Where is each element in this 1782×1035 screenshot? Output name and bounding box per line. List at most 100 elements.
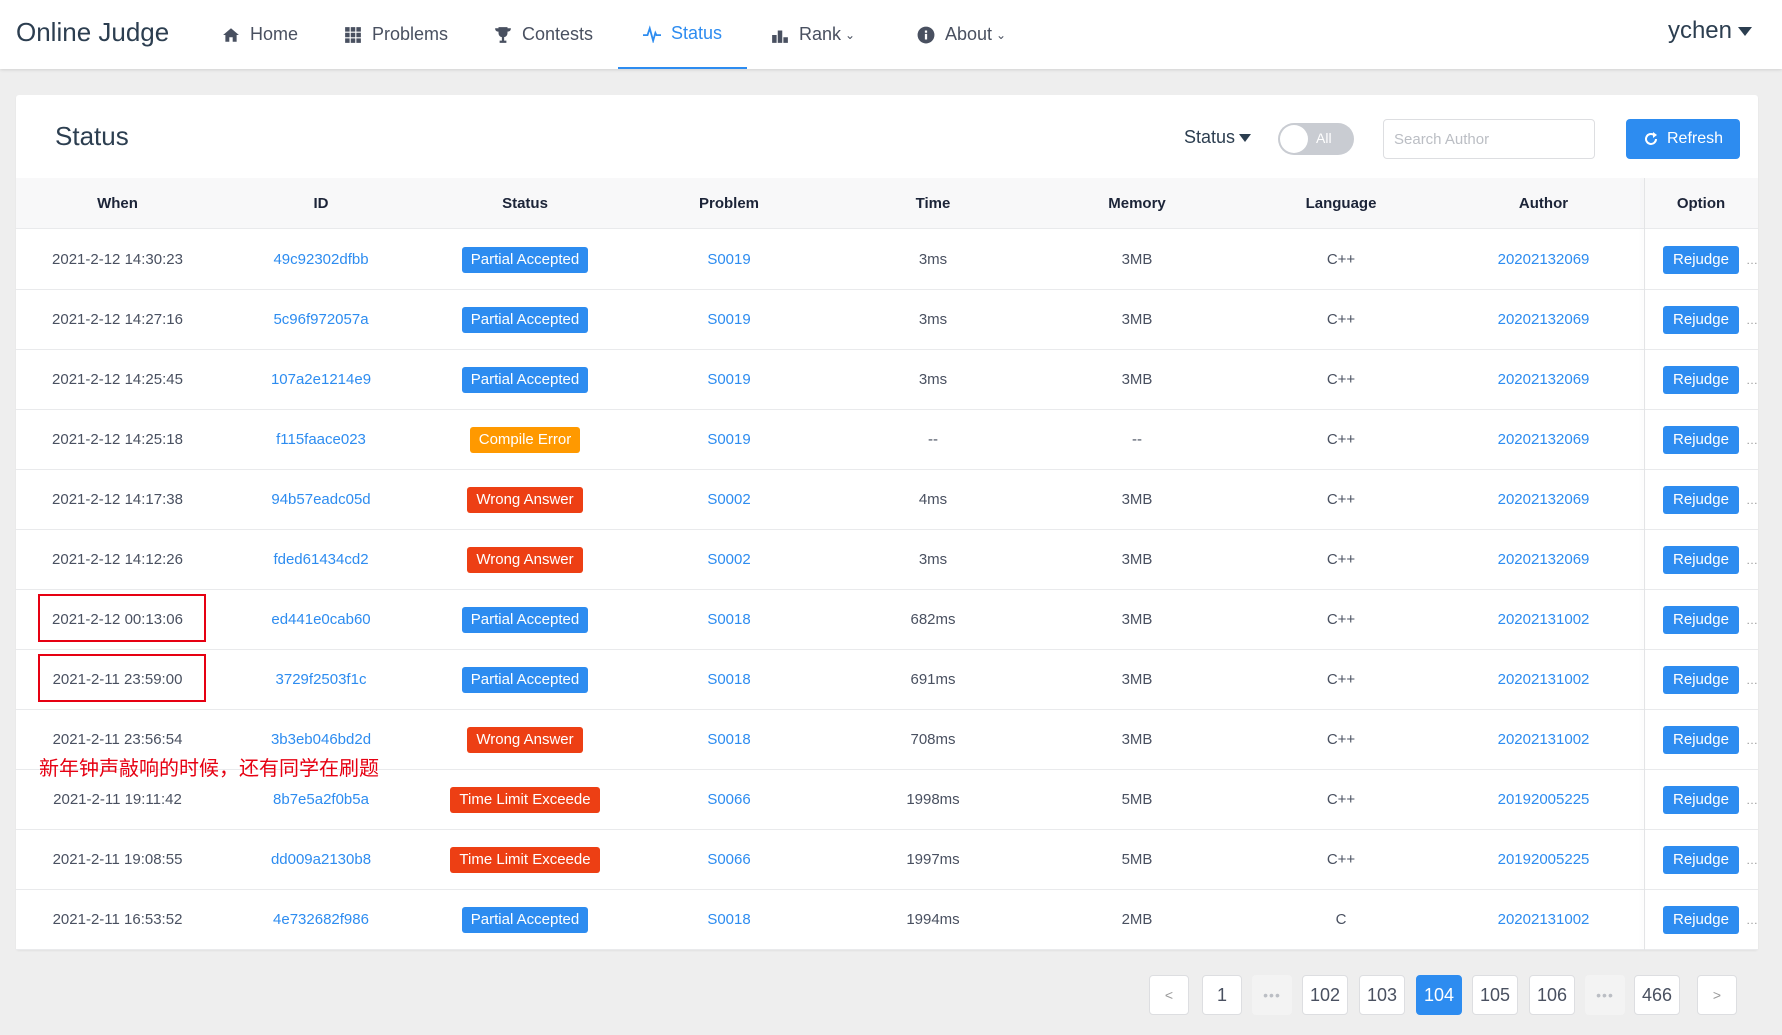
more-icon: … xyxy=(1746,612,1758,627)
rejudge-button[interactable]: Rejudge xyxy=(1663,245,1739,274)
author-link[interactable]: 20202131002 xyxy=(1498,671,1590,688)
cell-author: 20202132069 xyxy=(1443,290,1644,349)
status-badge[interactable]: Time Limit Exceede xyxy=(450,786,600,813)
pagination-page-current[interactable]: 104 xyxy=(1416,975,1462,1015)
rejudge-button[interactable]: Rejudge xyxy=(1663,365,1739,394)
pagination-page[interactable]: 466 xyxy=(1634,975,1680,1015)
pagination-page[interactable]: 105 xyxy=(1472,975,1518,1015)
author-link[interactable]: 20202132069 xyxy=(1498,551,1590,568)
author-link[interactable]: 20192005225 xyxy=(1498,851,1590,868)
author-link[interactable]: 20202132069 xyxy=(1498,251,1590,268)
problem-link[interactable]: S0066 xyxy=(707,851,750,868)
cell-status: Partial Accepted xyxy=(423,230,627,289)
nav-contests[interactable]: Contests xyxy=(494,0,593,69)
problem-link[interactable]: S0019 xyxy=(707,251,750,268)
pagination-page[interactable]: 103 xyxy=(1359,975,1405,1015)
rejudge-button[interactable]: Rejudge xyxy=(1663,665,1739,694)
pagination-ellipsis[interactable]: ••• xyxy=(1585,975,1625,1015)
caret-down-icon xyxy=(1738,27,1752,37)
when-text: 2021-2-12 14:25:45 xyxy=(52,371,183,388)
author-link[interactable]: 20202132069 xyxy=(1498,311,1590,328)
rejudge-button[interactable]: Rejudge xyxy=(1663,605,1739,634)
author-link[interactable]: 20202132069 xyxy=(1498,431,1590,448)
nav-about[interactable]: About ⌄ xyxy=(917,0,1006,69)
id-link[interactable]: 94b57eadc05d xyxy=(271,491,370,508)
pagination-prev[interactable]: < xyxy=(1149,975,1189,1015)
id-link[interactable]: ed441e0cab60 xyxy=(271,611,370,628)
nav-home[interactable]: Home xyxy=(222,0,298,69)
id-link[interactable]: 49c92302dfbb xyxy=(273,251,368,268)
author-link[interactable]: 20202131002 xyxy=(1498,611,1590,628)
problem-link[interactable]: S0018 xyxy=(707,911,750,928)
refresh-button[interactable]: Refresh xyxy=(1626,119,1740,159)
id-link[interactable]: 3729f2503f1c xyxy=(276,671,367,688)
cell-problem: S0018 xyxy=(627,890,831,949)
cell-language: C xyxy=(1239,890,1443,949)
rejudge-button[interactable]: Rejudge xyxy=(1663,485,1739,514)
problem-link[interactable]: S0018 xyxy=(707,611,750,628)
cell-status: Partial Accepted xyxy=(423,290,627,349)
author-link[interactable]: 20202131002 xyxy=(1498,731,1590,748)
status-badge[interactable]: Partial Accepted xyxy=(461,906,589,933)
id-link[interactable]: 3b3eb046bd2d xyxy=(271,731,371,748)
nav-problems[interactable]: Problems xyxy=(344,0,448,69)
status-badge[interactable]: Partial Accepted xyxy=(461,246,589,273)
pagination-ellipsis[interactable]: ••• xyxy=(1252,975,1292,1015)
problem-link[interactable]: S0018 xyxy=(707,731,750,748)
author-link[interactable]: 20202132069 xyxy=(1498,371,1590,388)
id-link[interactable]: 107a2e1214e9 xyxy=(271,371,371,388)
problem-link[interactable]: S0019 xyxy=(707,431,750,448)
id-link[interactable]: dd009a2130b8 xyxy=(271,851,371,868)
id-link[interactable]: 5c96f972057a xyxy=(273,311,368,328)
time-text: 3ms xyxy=(918,251,948,268)
status-badge[interactable]: Partial Accepted xyxy=(461,606,589,633)
pagination-page[interactable]: 106 xyxy=(1529,975,1575,1015)
status-badge[interactable]: Time Limit Exceede xyxy=(450,846,600,873)
status-badge[interactable]: Partial Accepted xyxy=(461,366,589,393)
problem-link[interactable]: S0019 xyxy=(707,371,750,388)
rejudge-button[interactable]: Rejudge xyxy=(1663,785,1739,814)
author-link[interactable]: 20202131002 xyxy=(1498,911,1590,928)
cell-author: 20202132069 xyxy=(1443,230,1644,289)
problem-link[interactable]: S0002 xyxy=(707,491,750,508)
language-text: C++ xyxy=(1326,251,1356,268)
status-badge[interactable]: Wrong Answer xyxy=(467,486,583,513)
problem-link[interactable]: S0018 xyxy=(707,671,750,688)
problem-link[interactable]: S0002 xyxy=(707,551,750,568)
cell-status: Wrong Answer xyxy=(423,470,627,529)
rejudge-button[interactable]: Rejudge xyxy=(1663,845,1739,874)
chevron-left-icon: < xyxy=(1164,987,1174,1003)
id-link[interactable]: f115faace023 xyxy=(276,431,366,448)
rejudge-button[interactable]: Rejudge xyxy=(1663,725,1739,754)
id-link[interactable]: 4e732682f986 xyxy=(273,911,369,928)
status-badge[interactable]: Partial Accepted xyxy=(461,306,589,333)
user-menu[interactable]: ychen xyxy=(1668,17,1752,45)
pagination-page[interactable]: 102 xyxy=(1302,975,1348,1015)
rejudge-button[interactable]: Rejudge xyxy=(1663,305,1739,334)
author-link[interactable]: 20202132069 xyxy=(1498,491,1590,508)
problem-link[interactable]: S0019 xyxy=(707,311,750,328)
site-logo[interactable]: Online Judge xyxy=(16,17,169,48)
id-link[interactable]: 8b7e5a2f0b5a xyxy=(273,791,369,808)
pagination-page[interactable]: 1 xyxy=(1202,975,1242,1015)
nav-status[interactable]: Status xyxy=(618,0,747,69)
nav-rank[interactable]: Rank ⌄ xyxy=(771,0,855,69)
status-badge[interactable]: Wrong Answer xyxy=(467,726,583,753)
cell-time: 691ms xyxy=(831,650,1035,709)
search-author-input[interactable] xyxy=(1383,119,1595,159)
status-filter-dropdown[interactable]: Status xyxy=(1184,127,1252,148)
author-link[interactable]: 20192005225 xyxy=(1498,791,1590,808)
pagination-next[interactable]: > xyxy=(1697,975,1737,1015)
rejudge-button[interactable]: Rejudge xyxy=(1663,545,1739,574)
status-badge[interactable]: Partial Accepted xyxy=(461,666,589,693)
all-toggle-switch[interactable]: All xyxy=(1278,123,1354,155)
top-navbar: Online Judge Home Problems Contests Stat… xyxy=(0,0,1782,69)
id-link[interactable]: fded61434cd2 xyxy=(273,551,368,568)
problem-link[interactable]: S0066 xyxy=(707,791,750,808)
language-text: C++ xyxy=(1326,551,1356,568)
status-badge[interactable]: Compile Error xyxy=(469,426,581,453)
rejudge-button[interactable]: Rejudge xyxy=(1663,425,1739,454)
rejudge-button[interactable]: Rejudge xyxy=(1663,905,1739,934)
cell-status: Partial Accepted xyxy=(423,590,627,649)
status-badge[interactable]: Wrong Answer xyxy=(467,546,583,573)
